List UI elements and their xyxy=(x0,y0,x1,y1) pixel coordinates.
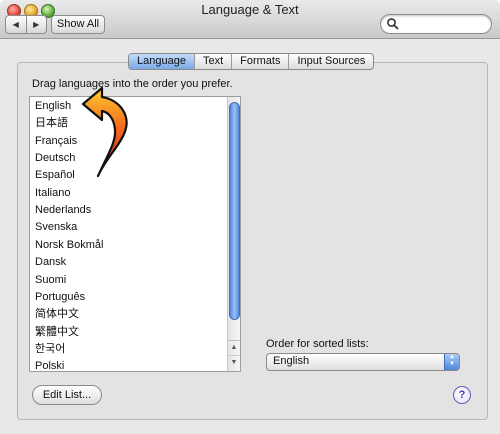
language-list-item[interactable]: Polski xyxy=(35,359,64,371)
drag-annotation-arrow-icon xyxy=(81,86,128,178)
title-bar: Language & Text ◀ ▶ Show All xyxy=(0,0,500,39)
forward-arrow-icon[interactable]: ▶ xyxy=(25,16,47,33)
list-scrollbar[interactable]: ▲ ▼ xyxy=(227,97,240,371)
tab-formats[interactable]: Formats xyxy=(231,54,288,69)
tab-language[interactable]: Language xyxy=(129,54,194,69)
search-icon xyxy=(387,18,399,30)
language-list-item[interactable]: Español xyxy=(35,168,75,183)
scroll-down-icon[interactable]: ▼ xyxy=(228,355,240,370)
sorted-lists-label: Order for sorted lists: xyxy=(266,338,369,350)
language-list-item[interactable]: Italiano xyxy=(35,186,70,201)
scroll-arrows: ▲ ▼ xyxy=(228,340,240,371)
show-all-button[interactable]: Show All xyxy=(51,15,105,34)
preferences-window: Language & Text ◀ ▶ Show All Language Te… xyxy=(0,0,500,434)
popup-stepper-icon: ▲ ▼ xyxy=(444,354,459,370)
language-list-item[interactable]: Português xyxy=(35,290,85,305)
sorted-lists-popup[interactable]: English ▲ ▼ xyxy=(266,353,460,371)
language-list-item[interactable]: Norsk Bokmål xyxy=(35,238,103,253)
language-list-item[interactable]: Nederlands xyxy=(35,203,91,218)
help-button[interactable]: ? xyxy=(453,386,471,404)
language-list-item[interactable]: Français xyxy=(35,134,77,149)
back-arrow-icon[interactable]: ◀ xyxy=(6,16,26,33)
tab-input-sources[interactable]: Input Sources xyxy=(288,54,373,69)
sorted-lists-value: English xyxy=(273,355,310,367)
search-input[interactable] xyxy=(380,14,492,34)
language-list-item[interactable]: 繁體中文 xyxy=(35,325,79,340)
language-list-item[interactable]: Deutsch xyxy=(35,151,75,166)
language-list-item[interactable]: Svenska xyxy=(35,220,77,235)
language-list-item[interactable]: 한국어 xyxy=(35,342,65,357)
language-list-item[interactable]: English xyxy=(35,99,71,114)
language-list-item[interactable]: 简体中文 xyxy=(35,307,79,322)
tab-text[interactable]: Text xyxy=(193,54,231,69)
edit-list-button[interactable]: Edit List... xyxy=(32,385,102,405)
language-list-item[interactable]: 日本語 xyxy=(35,116,68,131)
language-list-item[interactable]: Suomi xyxy=(35,273,66,288)
back-forward-group: ◀ ▶ xyxy=(5,15,47,34)
language-list-item[interactable]: Dansk xyxy=(35,255,66,270)
scroll-up-icon[interactable]: ▲ xyxy=(228,341,240,355)
scroll-thumb[interactable] xyxy=(229,102,240,320)
tab-bar: Language Text Formats Input Sources xyxy=(128,53,375,70)
